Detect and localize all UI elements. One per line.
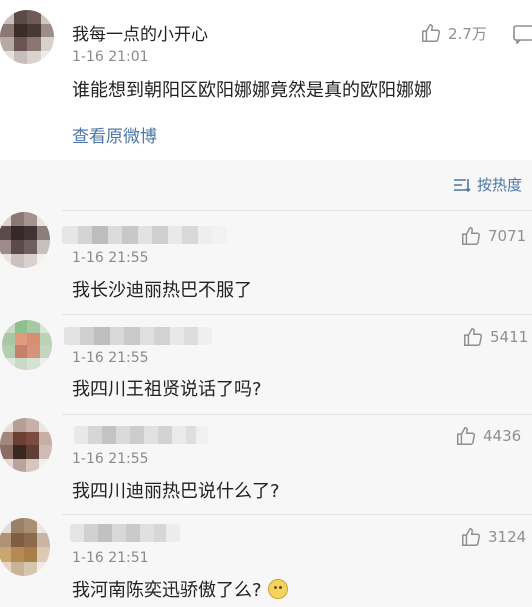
thumbs-up-icon: [462, 227, 480, 245]
divider: [62, 514, 532, 515]
divider: [62, 314, 532, 315]
more-icon[interactable]: [512, 24, 532, 45]
view-original-link[interactable]: 查看原微博: [72, 122, 157, 147]
thumbs-up-icon: [462, 528, 480, 546]
username-blurred[interactable]: [64, 327, 212, 345]
comment-like-button[interactable]: 7071: [460, 225, 526, 247]
sort-label: 按热度: [476, 176, 522, 194]
avatar[interactable]: [0, 518, 50, 576]
post-card: 我每一点的小开心 1-16 21:01 2.7万 谁能想到朝阳区欧阳娜娜竟然是真…: [0, 0, 532, 160]
divider: [62, 414, 532, 415]
comment-content: 我四川迪丽热巴说什么了?: [72, 481, 280, 502]
comment-time: 1-16 21:55: [72, 350, 149, 366]
comment-content: 我长沙迪丽热巴不服了: [72, 280, 252, 301]
avatar[interactable]: [2, 320, 52, 370]
username-blurred[interactable]: [62, 226, 227, 244]
avatar[interactable]: [0, 212, 50, 268]
comment-content-row: 我河南陈奕迅骄傲了么?: [72, 576, 288, 602]
comment-time: 1-16 21:55: [72, 250, 149, 266]
emoji-icon: [267, 579, 288, 599]
post-content: 谁能想到朝阳区欧阳娜娜竟然是真的欧阳娜娜: [72, 80, 432, 101]
thumbs-up-icon: [457, 427, 475, 445]
avatar[interactable]: [0, 418, 52, 472]
comment-like-button[interactable]: 4436: [455, 425, 521, 447]
post-username[interactable]: 我每一点的小开心: [72, 20, 208, 45]
like-count: 4436: [483, 427, 522, 445]
comment-content: 我四川王祖贤说话了吗?: [72, 379, 262, 400]
thumbs-up-icon: [422, 24, 440, 42]
comment-content: 我河南陈奕迅骄傲了么?: [72, 580, 262, 601]
like-count: 7071: [488, 227, 527, 245]
comment-like-button[interactable]: 3124: [460, 526, 526, 548]
like-count: 3124: [488, 528, 527, 546]
comment-time: 1-16 21:55: [72, 451, 149, 467]
username-blurred[interactable]: [74, 426, 208, 444]
sort-button[interactable]: 按热度: [453, 174, 522, 195]
username-blurred[interactable]: [70, 524, 180, 542]
like-count: 5411: [490, 328, 529, 346]
avatar[interactable]: [0, 10, 54, 64]
post-like-count: 2.7万: [448, 24, 487, 43]
post-like-button[interactable]: 2.7万: [420, 22, 487, 44]
divider: [62, 210, 532, 211]
thumbs-up-icon: [464, 328, 482, 346]
comment-like-button[interactable]: 5411: [462, 326, 528, 348]
post-time: 1-16 21:01: [72, 49, 149, 65]
sort-icon: [453, 178, 471, 192]
comment-time: 1-16 21:51: [72, 550, 149, 566]
